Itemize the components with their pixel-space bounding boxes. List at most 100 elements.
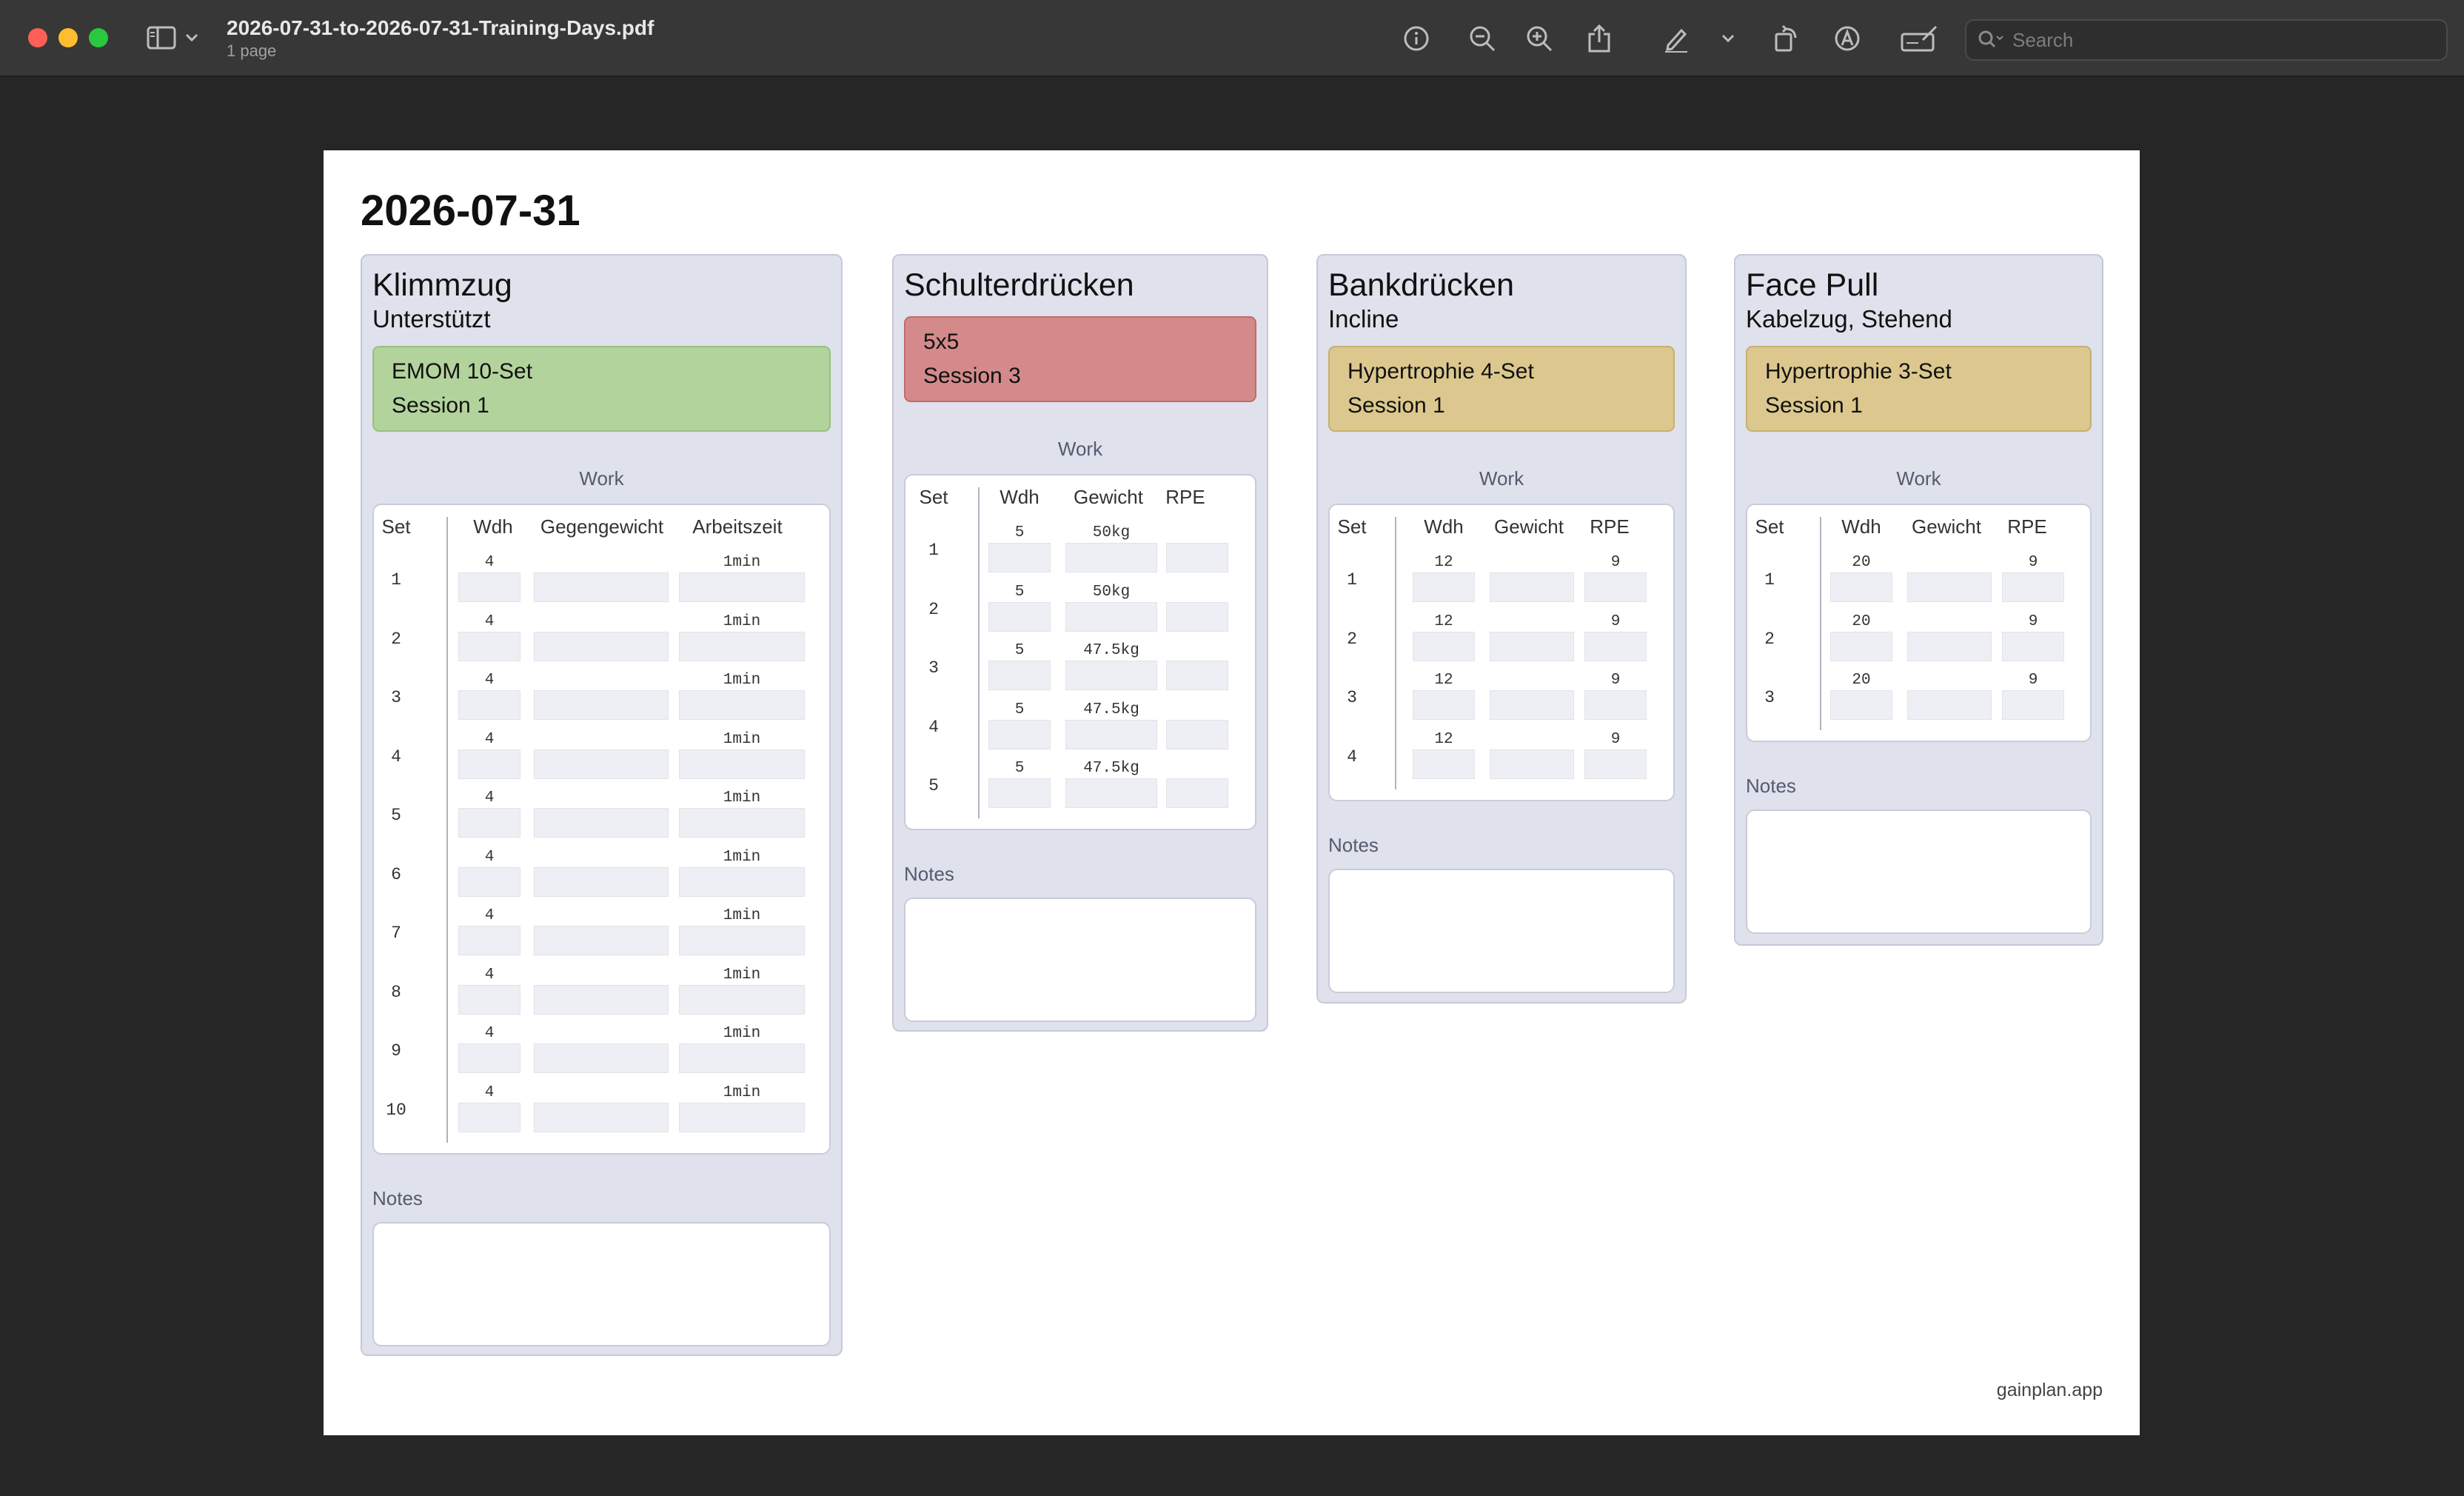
entry-field[interactable] — [1490, 749, 1574, 779]
entry-field[interactable] — [458, 749, 520, 779]
target-value: 9 — [1610, 730, 1621, 748]
zoom-out-button[interactable] — [1466, 22, 1499, 55]
highlight-button[interactable] — [1660, 22, 1693, 55]
notes-field[interactable] — [904, 898, 1256, 1022]
entry-field[interactable] — [2002, 572, 2064, 602]
entry-field[interactable] — [534, 1102, 669, 1132]
entry-field[interactable] — [679, 1102, 805, 1132]
column-divider — [1395, 517, 1396, 789]
rotate-button[interactable] — [1770, 22, 1803, 55]
entry-field[interactable] — [1413, 690, 1475, 720]
entry-field[interactable] — [988, 543, 1051, 572]
entry-field[interactable] — [679, 926, 805, 955]
entry-field[interactable] — [1490, 690, 1574, 720]
entry-field[interactable] — [988, 661, 1051, 690]
target-value: 20 — [1852, 672, 1871, 689]
target-value: 1min — [723, 1083, 761, 1101]
entry-field[interactable] — [1830, 631, 1892, 661]
set-number: 2 — [391, 629, 401, 649]
entry-field[interactable] — [679, 690, 805, 720]
signature-button[interactable] — [1900, 22, 1940, 55]
entry-field[interactable] — [458, 631, 520, 661]
info-button[interactable] — [1400, 22, 1433, 55]
share-button[interactable] — [1583, 22, 1616, 55]
notes-field[interactable] — [372, 1222, 831, 1346]
column-header-gewicht: Gewicht — [1074, 486, 1143, 508]
entry-field[interactable] — [679, 1043, 805, 1073]
entry-field[interactable] — [1166, 661, 1228, 690]
entry-field[interactable] — [1584, 749, 1647, 779]
entry-field[interactable] — [534, 926, 669, 955]
minimize-window-button[interactable] — [58, 28, 78, 47]
entry-field[interactable] — [1830, 690, 1892, 720]
entry-field[interactable] — [2002, 631, 2064, 661]
entry-field[interactable] — [1584, 690, 1647, 720]
exercise-title: Schulterdrücken — [904, 267, 1134, 303]
entry-field[interactable] — [1065, 601, 1157, 632]
entry-field[interactable] — [458, 572, 520, 602]
entry-field[interactable] — [1907, 690, 1992, 720]
work-table: Set Wdh Gewicht RPE 1 5 50kg 2 5 50kg 3 5 47.5kg… — [904, 474, 1256, 830]
entry-field[interactable] — [1413, 631, 1475, 661]
entry-field[interactable] — [458, 808, 520, 838]
exercise-card-face-pull: Face Pull Kabelzug, Stehend Hypertrophie… — [1734, 254, 2103, 946]
markup-button[interactable] — [1831, 22, 1864, 55]
entry-field[interactable] — [1413, 572, 1475, 602]
entry-field[interactable] — [534, 690, 669, 720]
close-window-button[interactable] — [28, 28, 47, 47]
entry-field[interactable] — [458, 1043, 520, 1073]
program-session: Session 3 — [923, 364, 1021, 388]
entry-field[interactable] — [534, 1043, 669, 1073]
entry-field[interactable] — [1907, 572, 1992, 602]
entry-field[interactable] — [534, 749, 669, 779]
entry-field[interactable] — [988, 601, 1051, 632]
entry-field[interactable] — [458, 1102, 520, 1132]
search-input[interactable] — [2012, 28, 2427, 52]
entry-field[interactable] — [1065, 778, 1157, 808]
entry-field[interactable] — [1490, 631, 1574, 661]
entry-field[interactable] — [1907, 631, 1992, 661]
entry-field[interactable] — [1065, 661, 1157, 690]
entry-field[interactable] — [679, 749, 805, 779]
entry-field[interactable] — [534, 808, 669, 838]
entry-field[interactable] — [534, 572, 669, 602]
entry-field[interactable] — [1166, 719, 1228, 749]
entry-field[interactable] — [679, 866, 805, 897]
notes-field[interactable] — [1746, 809, 2092, 934]
entry-field[interactable] — [1584, 631, 1647, 661]
maximize-window-button[interactable] — [89, 28, 108, 47]
entry-field[interactable] — [458, 984, 520, 1015]
entry-field[interactable] — [534, 984, 669, 1015]
column-header-rpe: RPE — [1165, 486, 1205, 508]
chevron-down-icon[interactable] — [185, 33, 198, 42]
sidebar-toggle-button[interactable] — [147, 22, 209, 53]
exercise-title: Bankdrücken — [1328, 267, 1514, 303]
notes-field[interactable] — [1328, 869, 1675, 993]
entry-field[interactable] — [1490, 572, 1574, 602]
zoom-in-button[interactable] — [1523, 22, 1556, 55]
entry-field[interactable] — [1413, 749, 1475, 779]
entry-field[interactable] — [534, 866, 669, 897]
entry-field[interactable] — [679, 572, 805, 602]
highlight-options-button[interactable] — [1712, 22, 1744, 55]
entry-field[interactable] — [534, 631, 669, 661]
entry-field[interactable] — [1166, 778, 1228, 808]
entry-field[interactable] — [1065, 543, 1157, 572]
target-value: 4 — [484, 966, 495, 984]
entry-field[interactable] — [679, 984, 805, 1015]
entry-field[interactable] — [988, 778, 1051, 808]
entry-field[interactable] — [1166, 601, 1228, 632]
search-field[interactable] — [1965, 19, 2448, 61]
entry-field[interactable] — [1065, 719, 1157, 749]
entry-field[interactable] — [458, 866, 520, 897]
entry-field[interactable] — [679, 808, 805, 838]
entry-field[interactable] — [1166, 543, 1228, 572]
target-value: 1min — [723, 730, 761, 748]
entry-field[interactable] — [988, 719, 1051, 749]
entry-field[interactable] — [458, 926, 520, 955]
entry-field[interactable] — [458, 690, 520, 720]
entry-field[interactable] — [2002, 690, 2064, 720]
entry-field[interactable] — [1584, 572, 1647, 602]
entry-field[interactable] — [1830, 572, 1892, 602]
entry-field[interactable] — [679, 631, 805, 661]
